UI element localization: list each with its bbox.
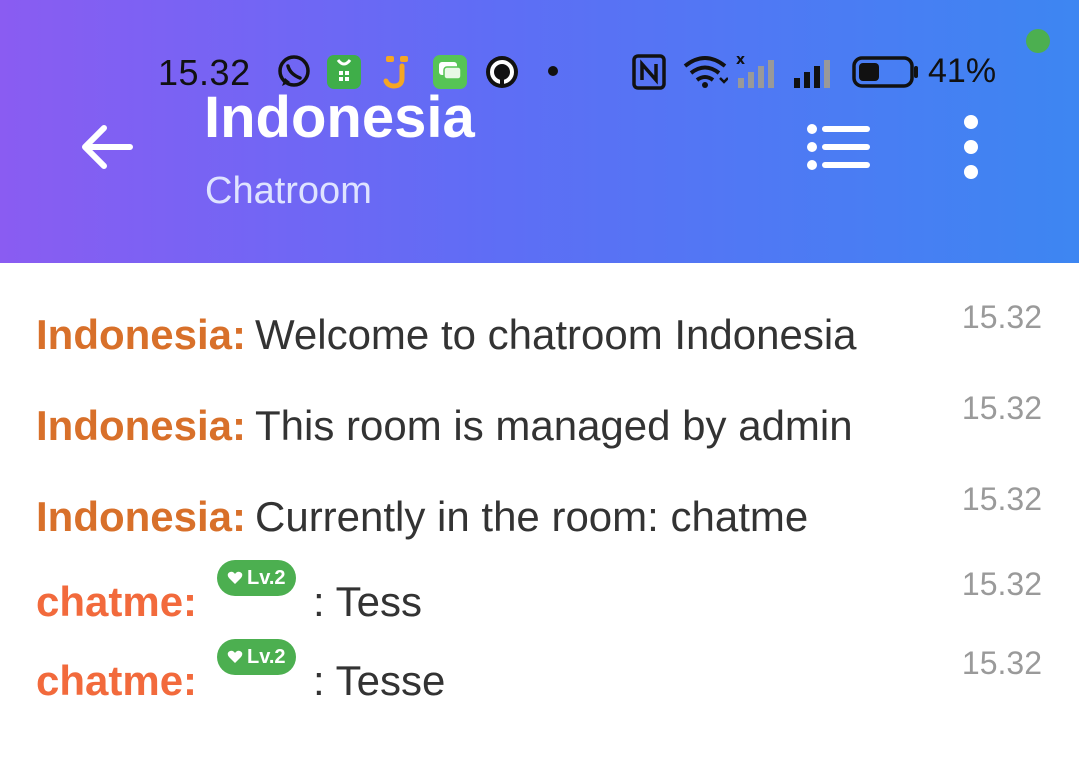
level-badge-label: Lv.2 <box>247 645 286 668</box>
signal-2-icon <box>794 60 830 88</box>
message-sender[interactable]: Indonesia: <box>36 402 246 450</box>
svg-text:x: x <box>736 54 745 68</box>
app-header: 15.32 x 41% Indonesia Chatroom <box>0 0 1079 263</box>
message-time: 15.32 <box>961 390 1042 426</box>
message-text: This room is managed by admin <box>255 402 853 449</box>
message-sender[interactable]: Indonesia: <box>36 311 246 359</box>
message-item: Indonesia: This room is managed by admin… <box>36 390 1046 462</box>
message-item: Indonesia: Welcome to chatroom Indonesia… <box>36 299 1046 371</box>
level-badge: Lv.2 <box>217 639 296 675</box>
message-text: : Tesse <box>313 657 446 704</box>
list-button[interactable] <box>806 124 872 170</box>
list-icon <box>807 124 870 170</box>
privacy-indicator-dot <box>1026 29 1050 53</box>
message-time: 15.32 <box>961 645 1042 681</box>
page-title: Indonesia <box>204 85 475 150</box>
dot-icon <box>548 66 558 76</box>
message-text: : Tess <box>313 578 422 625</box>
arrow-left-icon <box>82 125 133 169</box>
message-item: Indonesia: Currently in the room: chatme… <box>36 481 1046 553</box>
level-badge-label: Lv.2 <box>247 566 286 589</box>
wifi-icon <box>683 56 728 88</box>
more-vertical-icon <box>964 115 978 179</box>
message-text: Welcome to chatroom Indonesia <box>255 311 857 358</box>
more-options-button[interactable] <box>956 114 986 180</box>
signal-1-icon: x <box>736 54 774 88</box>
message-item: chatme: Lv.2 : Tesse 15.32 <box>36 639 1046 717</box>
status-bar: 15.32 x 41% <box>0 0 1079 110</box>
level-badge: Lv.2 <box>217 560 296 596</box>
page-subtitle: Chatroom <box>205 170 372 212</box>
message-sender[interactable]: chatme: <box>36 657 197 705</box>
message-list[interactable]: Indonesia: Welcome to chatroom Indonesia… <box>0 263 1079 773</box>
battery-icon <box>852 56 918 88</box>
nfc-icon <box>632 54 666 90</box>
message-item: chatme: Lv.2 : Tess 15.32 <box>36 560 1046 638</box>
message-text: Currently in the room: chatme <box>255 493 809 540</box>
heart-icon <box>227 650 243 663</box>
message-time: 15.32 <box>961 299 1042 335</box>
message-time: 15.32 <box>961 481 1042 517</box>
back-button[interactable] <box>78 118 136 176</box>
app-circle-icon <box>486 56 518 88</box>
message-sender[interactable]: chatme: <box>36 578 197 626</box>
message-time: 15.32 <box>961 566 1042 602</box>
message-sender[interactable]: Indonesia: <box>36 493 246 541</box>
battery-percent: 41% <box>928 52 997 90</box>
heart-icon <box>227 571 243 584</box>
